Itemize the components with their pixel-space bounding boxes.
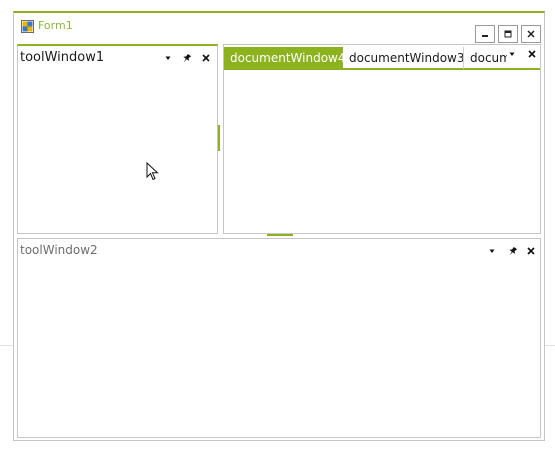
close-icon [527, 247, 535, 255]
tab-document-window-3[interactable]: documentWindow3 [343, 47, 463, 69]
minimize-button[interactable] [475, 25, 495, 43]
pin-icon [182, 53, 191, 62]
tool-window-2-pin-button[interactable] [505, 244, 519, 258]
form-title: Form1 [38, 19, 73, 32]
minimize-icon [482, 35, 488, 37]
close-button[interactable] [521, 25, 541, 43]
background-divider-right [545, 345, 555, 346]
tool-window-2-title: toolWindow2 [20, 243, 98, 257]
document-tab-strip: documentWindow4 documentWindow3 document… [224, 45, 540, 70]
dropdown-arrow-icon [509, 52, 515, 56]
document-close-button[interactable] [525, 47, 539, 61]
tool-window-2-close-button[interactable] [524, 244, 538, 258]
document-menu-button[interactable] [505, 47, 519, 61]
horizontal-splitter-grip[interactable] [267, 234, 293, 236]
vertical-splitter-grip[interactable] [218, 125, 220, 151]
document-tab-area: documentWindow4 documentWindow3 document… [223, 44, 541, 234]
form-window: Form1 toolWindow1 documentWindow4 docume… [13, 11, 545, 441]
tool-window-1: toolWindow1 [17, 44, 218, 234]
tool-window-1-menu-button[interactable] [161, 51, 175, 65]
tool-window-1-pin-button[interactable] [179, 51, 193, 65]
tool-window-1-title: toolWindow1 [20, 50, 105, 65]
tab-document-window-2[interactable]: documentWindow2 [463, 47, 507, 69]
mouse-cursor-icon [146, 162, 159, 181]
close-icon [527, 30, 535, 38]
app-icon [21, 20, 34, 33]
background-divider-left [0, 345, 14, 346]
maximize-icon [504, 30, 512, 38]
maximize-button[interactable] [498, 25, 518, 43]
tool-window-2: toolWindow2 [17, 238, 541, 438]
dropdown-arrow-icon [489, 249, 495, 253]
close-icon [202, 54, 210, 62]
tool-window-2-menu-button[interactable] [485, 244, 499, 258]
tab-document-window-4[interactable]: documentWindow4 [224, 47, 343, 69]
pin-icon [508, 246, 517, 255]
close-icon [528, 50, 536, 58]
title-bar[interactable]: Form1 [14, 13, 544, 41]
tool-window-1-close-button[interactable] [199, 51, 213, 65]
dropdown-arrow-icon [165, 56, 171, 60]
